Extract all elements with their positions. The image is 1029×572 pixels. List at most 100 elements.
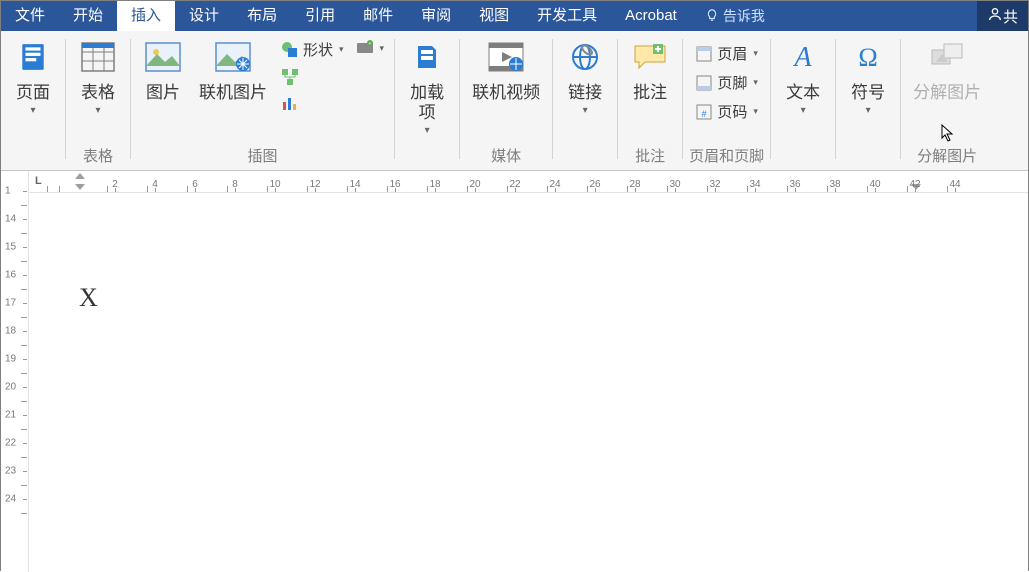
group-table: 表格 ▾ 表格 — [66, 31, 130, 170]
group-media-label: 媒体 — [491, 145, 521, 168]
online-picture-icon — [213, 37, 253, 77]
table-button[interactable]: 表格 ▾ — [72, 35, 124, 118]
decompose-icon — [927, 37, 967, 77]
group-page: 页面 ▾ — [1, 31, 65, 170]
ruler-mark: 1 — [5, 186, 11, 197]
symbol-label: 符号 — [851, 83, 885, 103]
shapes-label: 形状 — [303, 39, 333, 60]
decompose-picture-button[interactable]: 分解图片 — [907, 35, 987, 105]
ruler-mark: 23 — [5, 466, 16, 477]
dropdown-icon: ▾ — [801, 105, 806, 116]
video-icon — [486, 37, 526, 77]
screenshot-icon: + — [356, 39, 374, 57]
dropdown-icon: ▾ — [339, 44, 344, 55]
chart-button[interactable] — [277, 92, 348, 114]
dropdown-icon: ▾ — [753, 48, 758, 59]
group-decompose: 分解图片 分解图片 — [901, 31, 993, 170]
tab-developer[interactable]: 开发工具 — [523, 1, 611, 31]
horizontal-ruler[interactable]: L 24681012141618202224262830323436384042… — [29, 171, 1028, 193]
ruler-mark: 15 — [5, 242, 16, 253]
page-icon — [13, 37, 53, 77]
header-label: 页眉 — [717, 43, 747, 64]
symbol-button[interactable]: Ω 符号 ▾ — [842, 35, 894, 118]
ruler-mark: 24 — [5, 494, 16, 505]
text-button[interactable]: A 文本 ▾ — [777, 35, 829, 118]
online-video-button[interactable]: 联机视频 — [466, 35, 546, 105]
ruler-mark: 21 — [5, 410, 16, 421]
tell-me-search[interactable]: 告诉我 — [697, 1, 773, 31]
pages-button[interactable]: 页面 ▾ — [7, 35, 59, 118]
tab-insert[interactable]: 插入 — [117, 1, 175, 31]
ruler-mark: 17 — [5, 298, 16, 309]
footer-button[interactable]: 页脚 ▾ — [691, 70, 762, 95]
tab-home[interactable]: 开始 — [59, 1, 117, 31]
vertical-ruler[interactable]: 11415161718192021222324 — [1, 171, 29, 572]
picture-icon — [143, 37, 183, 77]
screenshot-button[interactable]: + ▾ — [352, 37, 389, 59]
online-picture-button[interactable]: 联机图片 — [193, 35, 273, 105]
ruler-mark: 14 — [5, 214, 16, 225]
ruler-mark: 16 — [5, 270, 16, 281]
ruler-mark: 20 — [5, 382, 16, 393]
tab-layout[interactable]: 布局 — [233, 1, 291, 31]
group-addins: 加载 项 ▾ — [395, 31, 459, 170]
dropdown-icon: ▾ — [753, 77, 758, 88]
svg-text:Ω: Ω — [858, 43, 877, 72]
page-number-button[interactable]: # 页码 ▾ — [691, 99, 762, 124]
share-button[interactable]: 共 — [977, 1, 1028, 31]
group-decompose-label: 分解图片 — [917, 145, 977, 168]
header-button[interactable]: 页眉 ▾ — [691, 41, 762, 66]
dropdown-icon: ▾ — [753, 106, 758, 117]
ribbon-insert: 页面 ▾ 表格 ▾ 表格 图片 — [1, 31, 1028, 171]
tab-review[interactable]: 审阅 — [407, 1, 465, 31]
first-line-indent-marker[interactable] — [75, 173, 85, 179]
comment-button[interactable]: 批注 — [624, 35, 676, 105]
footer-label: 页脚 — [717, 72, 747, 93]
decompose-label: 分解图片 — [913, 83, 981, 103]
group-header-footer: 页眉 ▾ 页脚 ▾ # 页码 ▾ 页眉和 — [683, 31, 770, 170]
ruler-mark: 18 — [5, 326, 16, 337]
tab-view[interactable]: 视图 — [465, 1, 523, 31]
tab-mail[interactable]: 邮件 — [349, 1, 407, 31]
smartart-icon — [281, 68, 299, 86]
tab-design[interactable]: 设计 — [175, 1, 233, 31]
picture-button[interactable]: 图片 — [137, 35, 189, 105]
chart-icon — [281, 94, 299, 112]
svg-text:#: # — [702, 109, 707, 119]
tab-strip: 文件 开始 插入 设计 布局 引用 邮件 审阅 视图 开发工具 Acrobat … — [1, 1, 1028, 31]
tab-acrobat[interactable]: Acrobat — [611, 1, 691, 31]
addin-button[interactable]: 加载 项 ▾ — [401, 35, 453, 138]
group-illustrations-label: 插图 — [248, 145, 278, 168]
share-label: 共 — [1003, 6, 1018, 27]
link-label: 链接 — [568, 83, 602, 103]
shapes-button[interactable]: 形状 ▾ — [277, 37, 348, 62]
group-comments: 批注 批注 — [618, 31, 682, 170]
online-picture-label: 联机图片 — [199, 83, 267, 103]
text-label: 文本 — [786, 83, 820, 103]
document-text[interactable]: X — [79, 283, 1028, 313]
page-number-icon: # — [695, 103, 713, 121]
footer-icon — [695, 74, 713, 92]
group-symbol: Ω 符号 ▾ — [836, 31, 900, 170]
dropdown-icon: ▾ — [30, 105, 35, 116]
dropdown-icon: ▾ — [583, 105, 588, 116]
comment-icon — [630, 37, 670, 77]
link-button[interactable]: 链接 ▾ — [559, 35, 611, 118]
document-canvas[interactable]: X — [29, 193, 1028, 572]
table-icon — [78, 37, 118, 77]
table-label: 表格 — [81, 83, 115, 103]
dropdown-icon: ▾ — [866, 105, 871, 116]
editor-area: 11415161718192021222324 L 24681012141618… — [1, 171, 1028, 572]
comment-label: 批注 — [633, 83, 667, 103]
dropdown-icon: ▾ — [380, 43, 385, 54]
dropdown-icon: ▾ — [425, 125, 430, 136]
picture-label: 图片 — [146, 83, 180, 103]
hanging-indent-marker[interactable] — [75, 184, 85, 190]
group-table-label: 表格 — [83, 145, 113, 168]
ruler-mark: 19 — [5, 354, 16, 365]
group-media: 联机视频 媒体 — [460, 31, 552, 170]
tab-ref[interactable]: 引用 — [291, 1, 349, 31]
tab-file[interactable]: 文件 — [1, 1, 59, 31]
group-text: A 文本 ▾ — [771, 31, 835, 170]
smartart-button[interactable] — [277, 66, 348, 88]
